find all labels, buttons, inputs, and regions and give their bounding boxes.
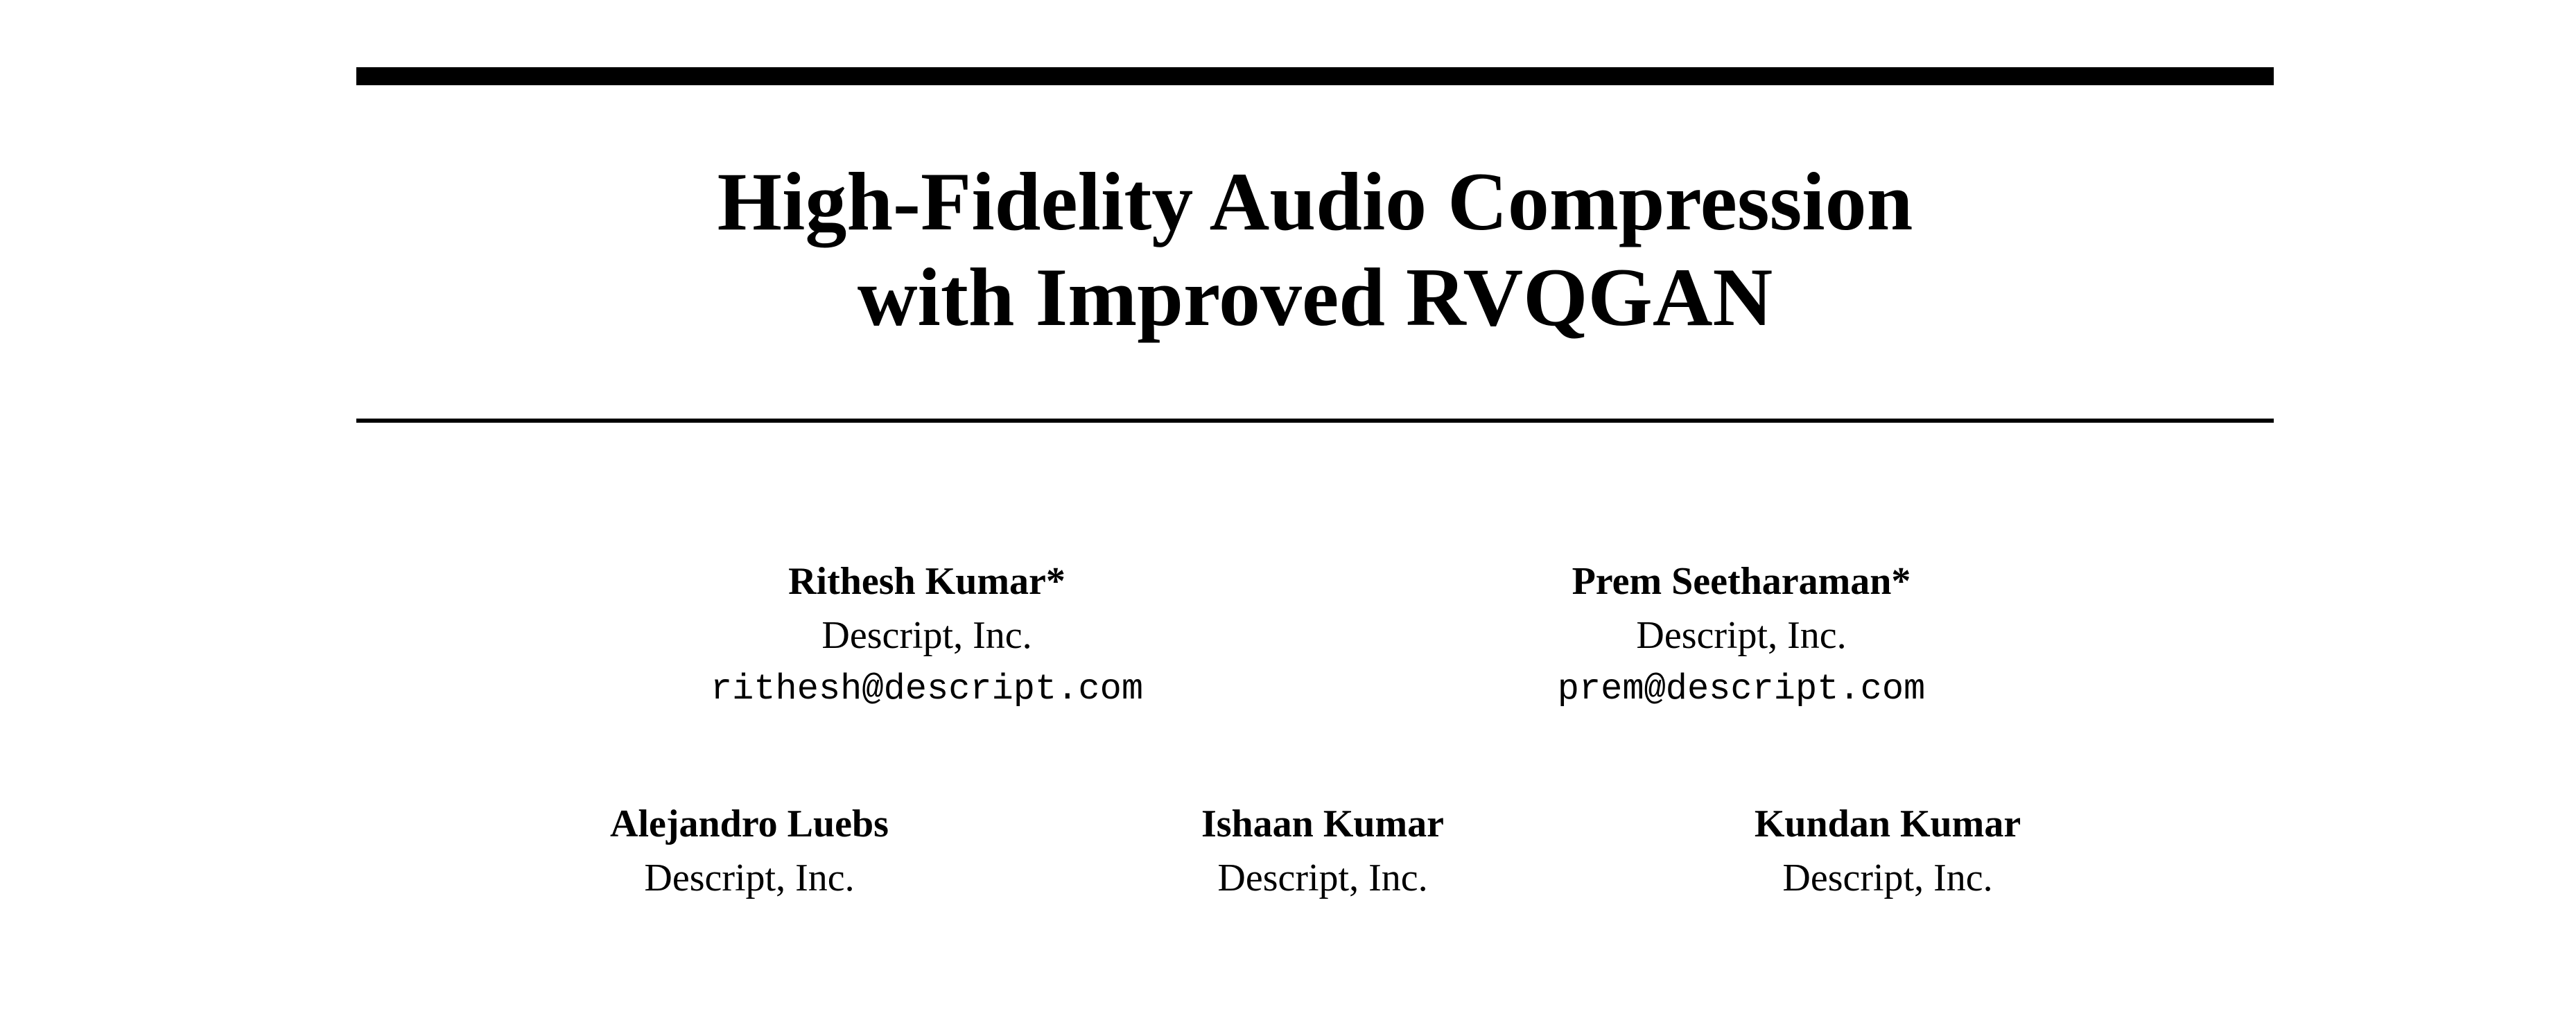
author-block: Prem Seetharaman* Descript, Inc. prem@de… — [1395, 554, 2088, 717]
author-affiliation: Descript, Inc. — [821, 614, 1032, 657]
paper-title: High-Fidelity Audio Compression with Imp… — [356, 154, 2274, 345]
author-block: Rithesh Kumar* Descript, Inc. rithesh@de… — [580, 554, 1273, 717]
author-email[interactable]: prem@descript.com — [1395, 662, 2088, 717]
author-email[interactable]: rithesh@descript.com — [580, 662, 1273, 717]
title-line-2: with Improved RVQGAN — [857, 251, 1773, 343]
author-name: Rithesh Kumar* — [788, 560, 1065, 603]
title-line-1: High-Fidelity Audio Compression — [717, 155, 1913, 247]
author-affiliation: Descript, Inc. — [1636, 614, 1847, 657]
bottom-rule — [356, 419, 2274, 423]
author-name: Kundan Kumar — [1754, 802, 2021, 845]
author-block: Kundan Kumar Descript, Inc. — [1541, 797, 2234, 905]
author-name: Prem Seetharaman* — [1572, 560, 1911, 603]
top-rule — [356, 67, 2274, 85]
author-affiliation: Descript, Inc. — [1782, 857, 1993, 899]
